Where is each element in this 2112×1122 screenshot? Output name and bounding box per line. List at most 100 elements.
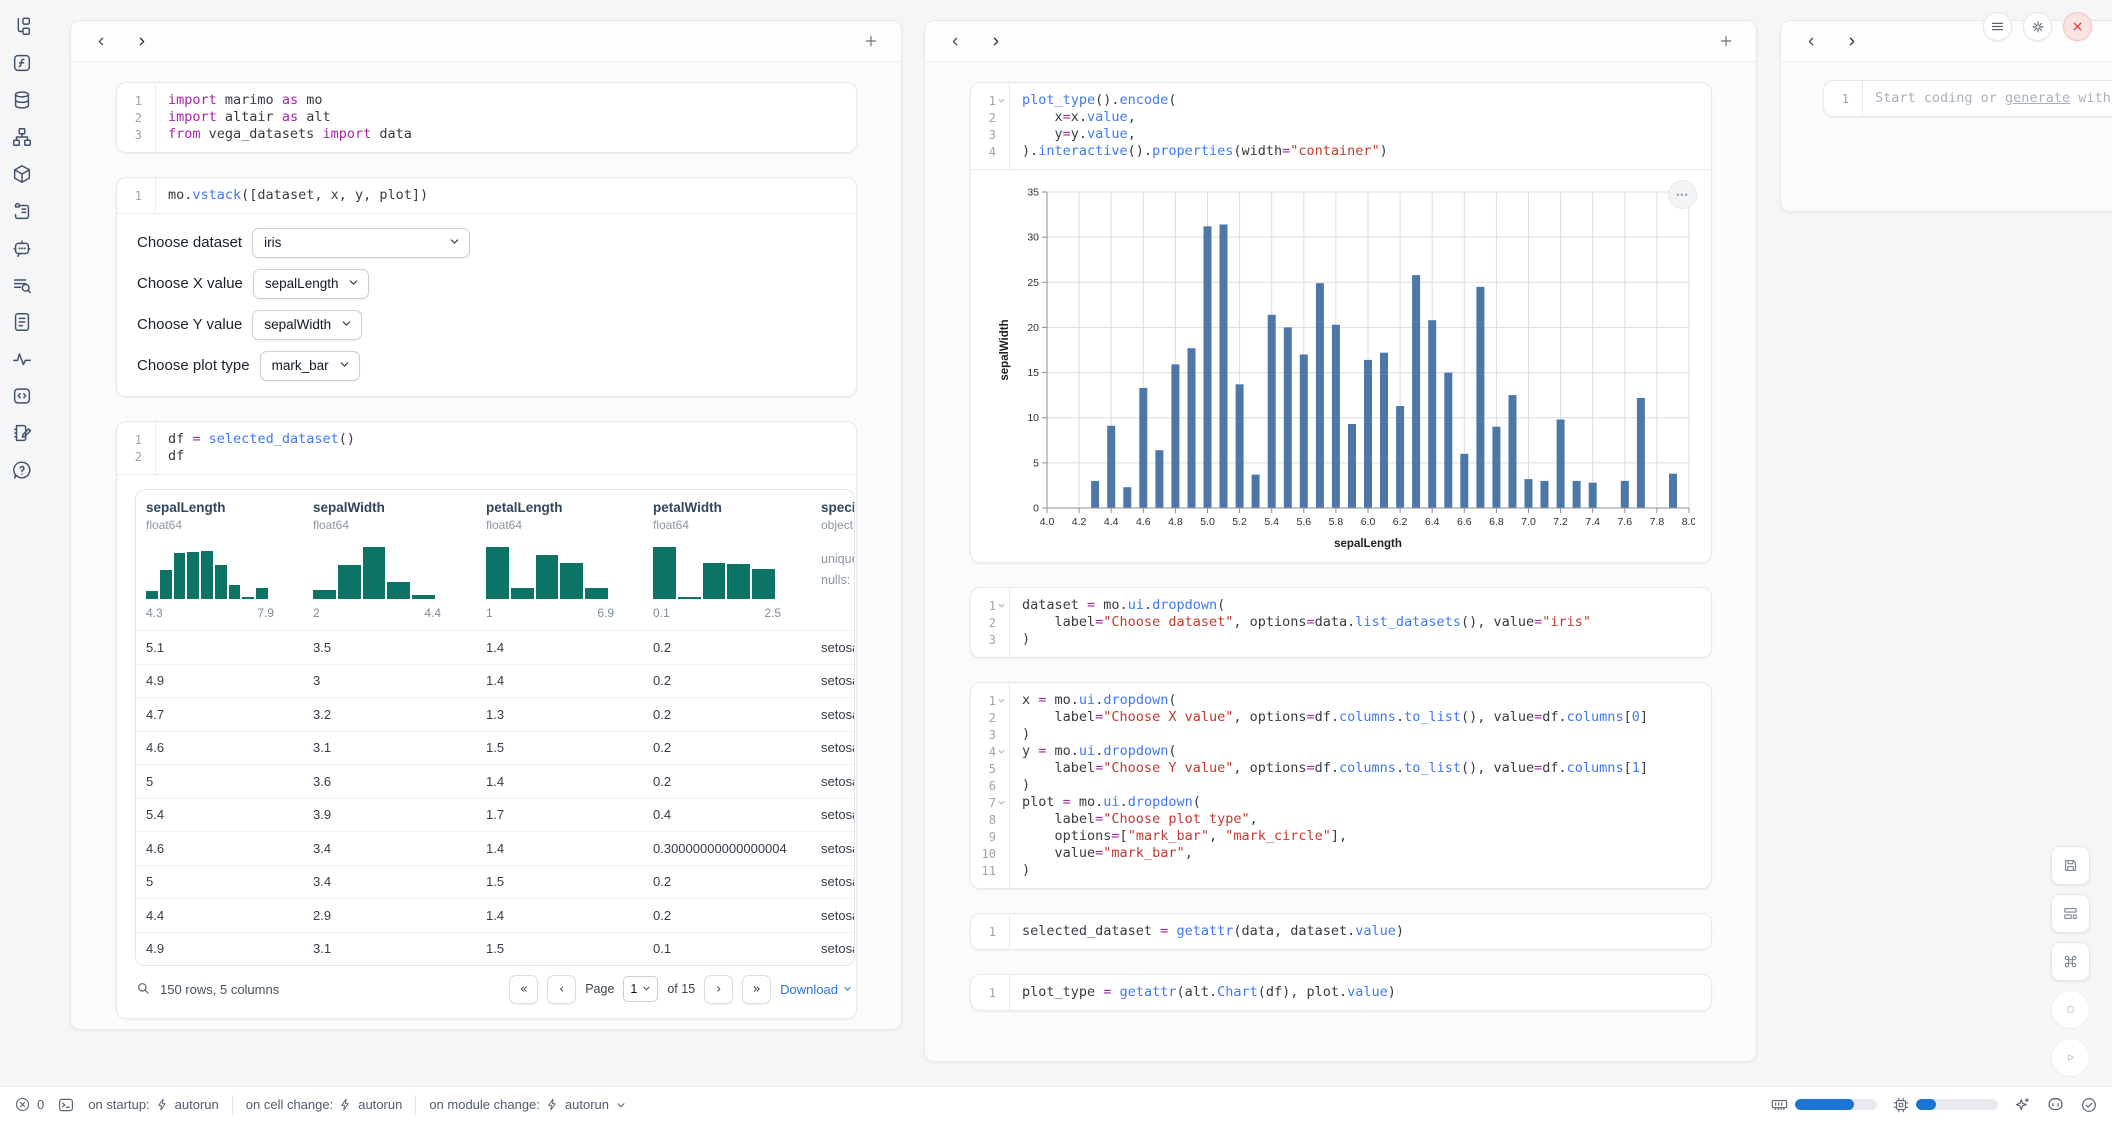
ai-assist-button[interactable] xyxy=(2013,1096,2031,1114)
line-number-gutter: 1234567891011 xyxy=(971,683,1010,888)
column-forward-button[interactable] xyxy=(983,29,1007,53)
snippets-icon[interactable] xyxy=(10,384,34,408)
dropdown-choose-x-value[interactable]: sepalLength xyxy=(253,269,370,299)
table-row[interactable]: 4.73.21.30.2setosa xyxy=(136,698,855,732)
scratchpad-icon[interactable] xyxy=(10,273,34,297)
code-editor[interactable]: 123import marimo as moimport altair as a… xyxy=(117,83,856,152)
line-number: 2 xyxy=(971,109,1009,126)
fold-icon[interactable] xyxy=(997,798,1006,807)
table-cell: 0.30000000000000004 xyxy=(643,841,811,856)
chevron-down-icon xyxy=(449,236,460,247)
fold-icon[interactable] xyxy=(997,601,1006,610)
column-name: sepalWidth xyxy=(313,500,476,515)
search-icon[interactable] xyxy=(135,980,151,999)
svg-text:35: 35 xyxy=(1027,187,1039,199)
table-row[interactable]: 5.13.51.40.2setosa xyxy=(136,631,855,665)
table-row[interactable]: 4.93.11.50.1setosa xyxy=(136,933,855,966)
code-editor[interactable]: 1234567891011x = mo.ui.dropdown( label="… xyxy=(971,683,1711,888)
copilot-button[interactable] xyxy=(2046,1095,2065,1114)
chart-options-button[interactable]: ••• xyxy=(1668,180,1697,209)
on-module-change-setting[interactable]: on module change: autorun xyxy=(429,1097,627,1112)
range-min: 0.1 xyxy=(653,606,670,620)
altair-bar-chart[interactable]: 4.04.24.44.64.85.05.25.45.65.86.06.26.46… xyxy=(995,182,1703,554)
stop-button[interactable] xyxy=(2051,990,2090,1029)
column-histogram[interactable] xyxy=(653,547,775,599)
column-forward-button[interactable] xyxy=(129,29,153,53)
table-row[interactable]: 4.63.41.40.30000000000000004setosa xyxy=(136,832,855,866)
code-editor[interactable]: 1Start coding or generate with xyxy=(1824,81,2112,116)
keyboard-shortcuts-button[interactable] xyxy=(2051,942,2090,981)
add-cell-button[interactable] xyxy=(859,29,883,53)
file-tree-icon[interactable] xyxy=(10,14,34,38)
on-startup-setting[interactable]: on startup: autorun xyxy=(88,1097,219,1112)
next-page-button[interactable]: › xyxy=(704,975,733,1004)
table-row[interactable]: 5.43.91.70.4setosa xyxy=(136,799,855,833)
table-row[interactable]: 53.41.50.2setosa xyxy=(136,866,855,900)
column-histogram[interactable] xyxy=(313,547,435,599)
code-editor[interactable]: 1plot_type = getattr(alt.Chart(df), plot… xyxy=(971,975,1711,1010)
dropdown-choose-dataset[interactable]: iris xyxy=(252,228,470,258)
table-row[interactable]: 4.63.11.50.2setosa xyxy=(136,732,855,766)
dropdown-value: iris xyxy=(264,235,281,250)
menu-button[interactable] xyxy=(1983,12,2012,41)
code-editor[interactable]: 1234plot_type().encode( x=x.value, y=y.v… xyxy=(971,83,1711,169)
notebook-icon[interactable] xyxy=(10,421,34,445)
help-icon[interactable] xyxy=(10,458,34,482)
last-page-button[interactable]: » xyxy=(742,975,771,1004)
dropdown-choose-plot-type[interactable]: mark_bar xyxy=(260,351,360,381)
column-dtype: object xyxy=(821,518,855,532)
column-forward-button[interactable] xyxy=(1839,29,1863,53)
table-row[interactable]: 53.61.40.2setosa xyxy=(136,765,855,799)
database-icon[interactable] xyxy=(10,88,34,112)
cpu-meter xyxy=(1916,1099,1998,1110)
code-editor[interactable]: 1selected_dataset = getattr(data, datase… xyxy=(971,914,1711,949)
table-cell: 1.4 xyxy=(476,908,643,923)
connection-status-button[interactable] xyxy=(2080,1096,2098,1114)
svg-text:5.0: 5.0 xyxy=(1200,516,1215,528)
code-editor[interactable]: 1mo.vstack([dataset, x, y, plot]) xyxy=(117,178,856,213)
package-icon[interactable] xyxy=(10,162,34,186)
dependency-graph-icon[interactable] xyxy=(10,125,34,149)
dropdown-choose-y-value[interactable]: sepalWidth xyxy=(252,310,362,340)
page-select[interactable]: 1 xyxy=(623,976,658,1002)
save-button[interactable] xyxy=(2051,846,2090,885)
add-cell-button[interactable] xyxy=(1714,29,1738,53)
column-back-button[interactable] xyxy=(1799,29,1823,53)
code-editor[interactable]: 12df = selected_dataset()df xyxy=(117,422,856,474)
page-total-label: of 15 xyxy=(667,982,695,996)
fold-icon[interactable] xyxy=(997,696,1006,705)
svg-text:4.8: 4.8 xyxy=(1168,516,1183,528)
prev-page-button[interactable]: ‹ xyxy=(547,975,576,1004)
documentation-icon[interactable] xyxy=(10,310,34,334)
run-button[interactable] xyxy=(2051,1038,2090,1077)
download-button[interactable]: Download xyxy=(780,982,853,997)
fold-icon[interactable] xyxy=(997,747,1006,756)
table-row[interactable]: 4.931.40.2setosa xyxy=(136,665,855,699)
ai-chat-icon[interactable] xyxy=(10,236,34,260)
settings-button[interactable] xyxy=(2023,12,2052,41)
svg-text:4.0: 4.0 xyxy=(1040,516,1055,528)
svg-text:30: 30 xyxy=(1027,232,1039,244)
column-back-button[interactable] xyxy=(943,29,967,53)
errors-indicator[interactable]: 0 xyxy=(14,1096,44,1113)
tracing-icon[interactable] xyxy=(10,347,34,371)
layout-select-button[interactable] xyxy=(2051,894,2090,933)
fold-icon[interactable] xyxy=(997,96,1006,105)
column-histogram[interactable] xyxy=(146,547,268,599)
column-back-button[interactable] xyxy=(89,29,113,53)
close-button[interactable] xyxy=(2063,12,2092,41)
chevron-down-icon xyxy=(348,276,359,291)
first-page-button[interactable]: « xyxy=(509,975,538,1004)
logs-icon[interactable] xyxy=(10,199,34,223)
table-cell: 3.9 xyxy=(303,807,476,822)
terminal-button[interactable] xyxy=(57,1096,75,1114)
table-row[interactable]: 4.42.91.40.2setosa xyxy=(136,899,855,933)
function-icon[interactable] xyxy=(10,51,34,75)
range-max: 6.9 xyxy=(597,606,614,620)
column-name: species xyxy=(821,500,855,515)
on-cell-change-setting[interactable]: on cell change: autorun xyxy=(246,1097,403,1112)
column-histogram[interactable] xyxy=(486,547,608,599)
dropdown-label: Choose plot type xyxy=(137,357,250,374)
code-editor[interactable]: 123dataset = mo.ui.dropdown( label="Choo… xyxy=(971,588,1711,657)
chevron-down-icon xyxy=(339,359,350,370)
